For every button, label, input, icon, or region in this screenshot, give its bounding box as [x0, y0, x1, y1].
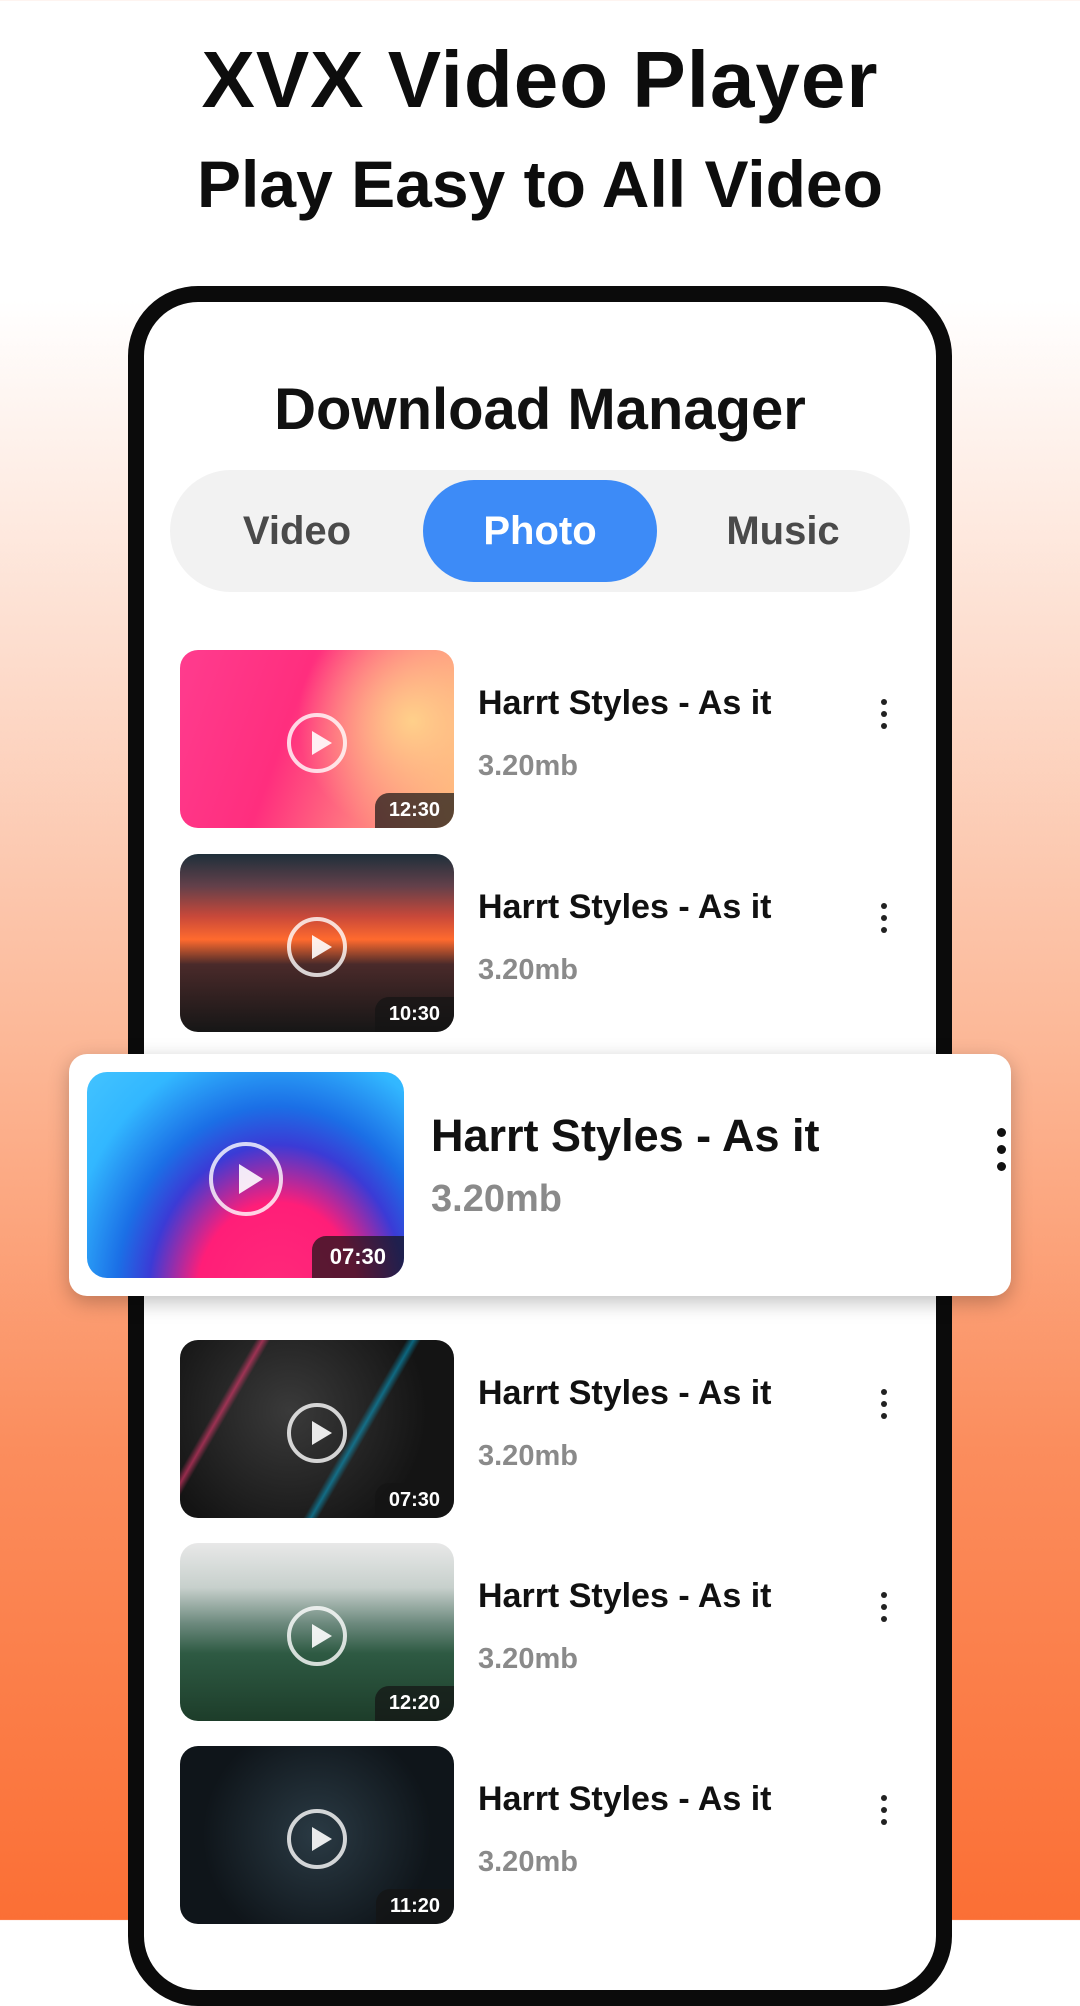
tab-photo[interactable]: Photo [423, 480, 657, 582]
play-circle-icon[interactable] [287, 1808, 347, 1869]
more-vertical-icon[interactable] [864, 888, 904, 948]
video-thumbnail[interactable]: 12:30 [180, 650, 454, 828]
more-vertical-icon[interactable] [864, 684, 904, 744]
item-title: Harrt Styles - As it [478, 1374, 772, 1412]
list-item[interactable]: 12:20 Harrt Styles - As it 3.20mb [144, 1543, 936, 1721]
list-item[interactable]: 11:20 Harrt Styles - As it 3.20mb [144, 1746, 936, 1924]
duration-badge: 12:30 [374, 793, 454, 828]
tab-music[interactable]: Music [666, 480, 900, 582]
promo-subtitle: Play Easy to All Video [197, 147, 883, 221]
duration-badge: 11:20 [375, 1889, 454, 1924]
video-thumbnail[interactable]: 12:20 [180, 1543, 454, 1721]
promo-title: XVX Video Player [201, 35, 879, 124]
duration-badge: 12:20 [374, 1686, 454, 1721]
duration-badge: 07:30 [311, 1236, 404, 1278]
item-title: Harrt Styles - As it [478, 1780, 772, 1818]
video-thumbnail[interactable]: 10:30 [180, 854, 454, 1032]
item-size: 3.20mb [478, 750, 578, 782]
more-vertical-icon[interactable] [864, 1374, 904, 1434]
page-title: Download Manager [274, 377, 806, 442]
duration-badge: 10:30 [374, 997, 454, 1032]
play-circle-icon[interactable] [287, 1402, 347, 1463]
item-title: Harrt Styles - As it [478, 684, 772, 722]
item-title: Harrt Styles - As it [478, 1577, 772, 1615]
tab-video[interactable]: Video [180, 480, 414, 582]
tab-bar: Video Photo Music [170, 470, 910, 592]
play-circle-icon[interactable] [287, 712, 347, 773]
more-vertical-icon[interactable] [981, 1114, 1021, 1184]
item-size: 3.20mb [478, 1846, 578, 1878]
list-item[interactable]: 12:30 Harrt Styles - As it 3.20mb [144, 650, 936, 828]
play-circle-icon[interactable] [287, 916, 347, 977]
list-item-highlighted[interactable]: 07:30 Harrt Styles - As it 3.20mb [69, 1054, 1011, 1296]
item-size: 3.20mb [478, 1440, 578, 1472]
item-size: 3.20mb [478, 1643, 578, 1675]
item-title: Harrt Styles - As it [478, 888, 772, 926]
video-thumbnail[interactable]: 07:30 [87, 1072, 404, 1278]
list-item[interactable]: 10:30 Harrt Styles - As it 3.20mb [144, 854, 936, 1032]
more-vertical-icon[interactable] [864, 1577, 904, 1637]
item-size: 3.20mb [478, 954, 578, 986]
item-size: 3.20mb [431, 1178, 562, 1220]
play-circle-icon[interactable] [208, 1142, 283, 1217]
list-item[interactable]: 07:30 Harrt Styles - As it 3.20mb [144, 1340, 936, 1518]
play-circle-icon[interactable] [287, 1605, 347, 1666]
more-vertical-icon[interactable] [864, 1780, 904, 1840]
video-thumbnail[interactable]: 11:20 [180, 1746, 454, 1924]
item-title: Harrt Styles - As it [431, 1110, 820, 1161]
video-thumbnail[interactable]: 07:30 [180, 1340, 454, 1518]
duration-badge: 07:30 [374, 1483, 454, 1518]
